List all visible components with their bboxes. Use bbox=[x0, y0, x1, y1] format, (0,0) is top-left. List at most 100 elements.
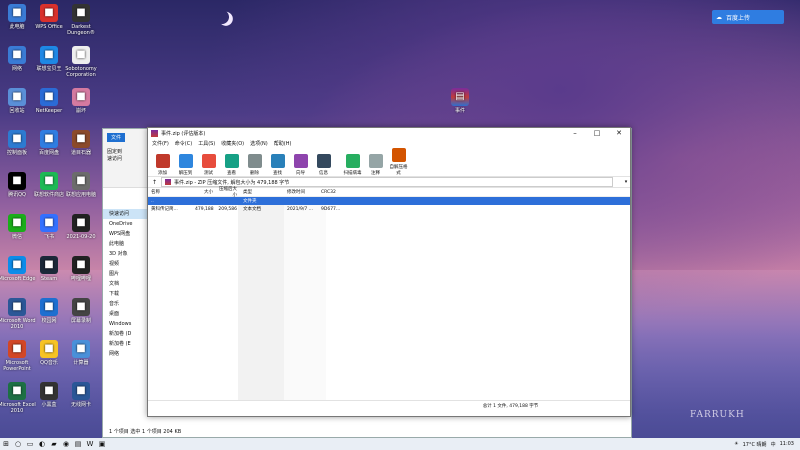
explorer-nav-item[interactable]: 网络 bbox=[103, 349, 147, 359]
explorer-nav-item[interactable]: 视频 bbox=[103, 259, 147, 269]
cell-modified: 2021/9/7 ... bbox=[287, 206, 313, 212]
menu-item[interactable]: 工具(S) bbox=[198, 140, 215, 147]
explorer-nav-item[interactable]: 此电脑 bbox=[103, 239, 147, 249]
maximize-button[interactable]: □ bbox=[586, 128, 608, 139]
toolbar-button-label: 向导 bbox=[296, 171, 305, 176]
toolbar-button[interactable]: 测试 bbox=[198, 154, 219, 176]
menu-item[interactable]: 帮助(H) bbox=[274, 140, 292, 147]
explorer-nav-item[interactable]: 下载 bbox=[103, 289, 147, 299]
moon-decoration bbox=[213, 8, 231, 26]
explorer-nav-item[interactable]: Windows bbox=[103, 319, 147, 329]
cell-type: 文件夹 bbox=[243, 199, 257, 204]
weather-text[interactable]: 17°C 晴朗 bbox=[743, 441, 767, 448]
clock[interactable]: 11:03 bbox=[780, 441, 794, 447]
winrar-icon bbox=[151, 130, 158, 137]
explorer-pin-button[interactable]: 固定到 速访问 bbox=[107, 148, 147, 162]
column-type[interactable]: 类型 bbox=[243, 189, 283, 195]
desktop-icon[interactable]: ■ 道目石器 bbox=[62, 130, 100, 156]
start-icon[interactable]: ⊞ bbox=[0, 438, 12, 450]
toolbar-button[interactable]: 删除 bbox=[244, 154, 265, 176]
desktop-icon[interactable]: ■ 2021-09-20 bbox=[62, 214, 100, 240]
menu-item[interactable]: 收藏夹(O) bbox=[221, 140, 244, 147]
cloud-icon: ☁ bbox=[716, 13, 722, 21]
desktop-icon[interactable]: ■ 哔哩哔哩 bbox=[62, 256, 100, 282]
desktop-icon-label: 哔哩哔哩 bbox=[70, 276, 91, 282]
wps-icon[interactable]: W bbox=[84, 438, 96, 450]
explorer-nav-item[interactable]: WPS网盘 bbox=[103, 229, 147, 239]
minimize-button[interactable]: – bbox=[564, 128, 586, 139]
menu-item[interactable]: 命令(C) bbox=[175, 140, 192, 147]
chrome-icon[interactable]: ◉ bbox=[60, 438, 72, 450]
toolbar-button-label: 信息 bbox=[319, 171, 328, 176]
column-name[interactable]: 名称 bbox=[151, 189, 195, 195]
wps-icon: ■ bbox=[40, 4, 58, 22]
desktop-icon[interactable]: ■ Sobotonomy Corporation bbox=[62, 46, 100, 78]
explorer-nav-item[interactable]: 文档 bbox=[103, 279, 147, 289]
edge-icon: ■ bbox=[8, 256, 26, 274]
cell-size: 479,188 bbox=[195, 206, 214, 212]
toolbar-button[interactable]: 扫描病毒 bbox=[342, 154, 363, 176]
explorer-nav-pane: 快速访问 OneDrive WPS网盘 此电脑 3D 对象 视频 图片 文档 下载 音乐 桌面 Win… bbox=[103, 209, 147, 359]
explorer-nav-item[interactable]: 新加卷 (D bbox=[103, 329, 147, 339]
baidu-upload-button[interactable]: ☁ 百度上传 bbox=[712, 10, 784, 24]
desktop-rar-file[interactable]: ▤ 事件 bbox=[441, 88, 479, 114]
comment-icon bbox=[368, 154, 383, 168]
toolbar-button[interactable]: 信息 bbox=[313, 154, 334, 176]
desktop-icon-label: Sobotonomy Corporation bbox=[65, 66, 97, 78]
explorer-nav-item[interactable]: 快速访问 bbox=[103, 209, 147, 219]
toolbar-button[interactable]: 解压到 bbox=[175, 154, 196, 176]
excel-icon: ■ bbox=[8, 382, 26, 400]
column-crc[interactable]: CRC32 bbox=[321, 190, 341, 195]
toolbar-button[interactable]: 查找 bbox=[267, 154, 288, 176]
toolbar-button[interactable]: 向导 bbox=[290, 154, 311, 176]
store-icon[interactable]: ▣ bbox=[96, 438, 108, 450]
column-stripe bbox=[238, 197, 284, 400]
file-icon: ■ bbox=[72, 214, 90, 232]
winrar-icon[interactable]: ▤ bbox=[72, 438, 84, 450]
desktop-icon-label: 崩坏 bbox=[75, 108, 86, 114]
explorer-nav-item[interactable]: 图片 bbox=[103, 269, 147, 279]
toolbar-button[interactable]: 添加 bbox=[152, 154, 173, 176]
desktop-icon-label: 计算器 bbox=[73, 360, 89, 366]
close-button[interactable]: ✕ bbox=[608, 128, 630, 139]
edge-icon[interactable]: ◐ bbox=[36, 438, 48, 450]
toolbar-button[interactable]: 注释 bbox=[365, 154, 386, 176]
toolbar-button[interactable]: 自解压格式 bbox=[388, 148, 409, 176]
file-list: .. 文件夹 黄科传记简... 479,188 209,586 文本文档 2021/9/7 … bbox=[148, 197, 630, 400]
desktop-icon[interactable]: ■ 屏幕录制 bbox=[62, 298, 100, 324]
feishu-icon: ■ bbox=[40, 214, 58, 232]
archive-path-text: 事件.zip - ZIP 压缩文件, 解包大小为 479,188 字节 bbox=[174, 179, 290, 186]
search-icon[interactable]: ○ bbox=[12, 438, 24, 450]
qq-icon: ■ bbox=[8, 172, 26, 190]
menu-item[interactable]: 文件(F) bbox=[152, 140, 169, 147]
toolbar-button[interactable]: 查看 bbox=[221, 154, 242, 176]
desktop-icon[interactable]: ■ 计算器 bbox=[62, 340, 100, 366]
explorer-nav-item[interactable]: 新加卷 (E bbox=[103, 339, 147, 349]
table-row[interactable]: 黄科传记简... 479,188 209,586 文本文档 2021/9/7 ... 9D… bbox=[148, 205, 630, 213]
taskview-icon[interactable]: ▭ bbox=[24, 438, 36, 450]
menu-item[interactable]: 选项(N) bbox=[250, 140, 268, 147]
info-icon bbox=[316, 154, 331, 168]
folder-icon[interactable]: ▰ bbox=[48, 438, 60, 450]
winrar-window: 事件.zip (评估版本) – □ ✕ 文件(F) 命令(C) 工具(S) 收藏夹(O… bbox=[147, 127, 631, 417]
table-row[interactable]: .. 文件夹 bbox=[148, 197, 630, 205]
desktop-icon-label: 2021-09-20 bbox=[66, 234, 96, 240]
chevron-down-icon[interactable]: ▾ bbox=[622, 179, 630, 185]
explorer-nav-item[interactable]: 桌面 bbox=[103, 309, 147, 319]
explorer-nav-item[interactable]: OneDrive bbox=[103, 219, 147, 229]
explorer-file-tab[interactable]: 文件 bbox=[107, 133, 126, 142]
add-icon bbox=[155, 154, 170, 168]
up-arrow-icon[interactable]: ↑ bbox=[152, 179, 158, 186]
toolbar-button-label: 扫描病毒 bbox=[343, 171, 362, 176]
column-modified[interactable]: 修改时间 bbox=[287, 189, 319, 195]
desktop-icon[interactable]: ■ Darkest Dungeon® bbox=[62, 4, 100, 36]
desktop-icon[interactable]: ■ 崩坏 bbox=[62, 88, 100, 114]
column-size[interactable]: 大小 bbox=[195, 189, 213, 195]
desktop-icon[interactable]: ■ 联想应用电脑 bbox=[62, 172, 100, 198]
desktop-icon[interactable]: ■ 无线网卡 bbox=[62, 382, 100, 408]
status-total: 总计 1 文件, 479,188 字节 bbox=[482, 404, 539, 409]
explorer-nav-item[interactable]: 音乐 bbox=[103, 299, 147, 309]
toolbar-button-label: 查看 bbox=[227, 171, 236, 176]
ime-indicator[interactable]: 中 bbox=[771, 441, 776, 448]
explorer-nav-item[interactable]: 3D 对象 bbox=[103, 249, 147, 259]
